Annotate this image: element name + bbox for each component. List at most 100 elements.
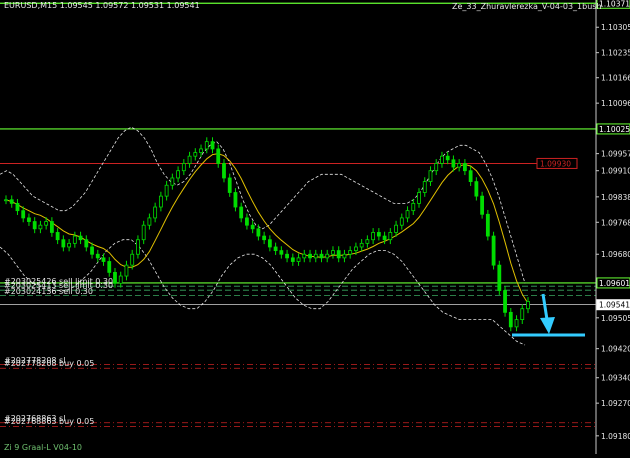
candle-body [21,210,26,219]
candle-body [399,217,404,226]
candle-body [520,308,525,321]
chart-canvas[interactable]: 1.09930 1.103711.103051.102351.101661.10… [0,0,630,454]
candle-body [84,239,89,248]
candle-body [256,228,261,237]
candle-body [279,250,284,255]
candle-body [503,290,507,313]
candle-body [187,155,192,164]
axis-tick-label: 1.09910 [601,167,630,176]
axis-tick-label: 1.10235 [601,49,630,58]
candle-body [394,224,398,233]
candle-body [336,250,341,259]
order-label: #203024136 sell 0.30 [4,286,93,296]
axis-tick-label: 1.09505 [601,314,630,323]
candle-body [107,261,112,273]
candles [4,137,530,332]
axis-tick-label: 1.09957 [601,150,630,159]
candle-body [422,181,427,193]
candle-body [411,202,416,212]
candle-body [199,148,203,153]
candle-body [118,275,123,284]
candle-body [4,199,8,202]
candle-body [222,163,226,179]
candle-body [388,232,393,241]
candle-body [480,195,485,215]
candle-body [457,163,462,168]
candle-body [27,217,31,222]
price-axis: 1.10371 1.10305 1.10235 1.10166 1.10096 1.100… [595,0,630,454]
axis-tick-label: 1.09680 [601,250,630,259]
candle-body [405,210,410,219]
order-label: #202778208 buy 0.05 [4,359,95,369]
candle-body [136,239,140,255]
candle-body [428,170,433,182]
candle-body [354,246,358,252]
candle-body [101,257,106,262]
candle-body [302,253,307,259]
candle-body [365,239,370,244]
level-price-label: 1.09601 [599,279,630,288]
candle-body [285,253,289,259]
candle-body [153,206,158,219]
axis-tick-label: 1.09270 [601,399,630,408]
candle-body [526,301,530,310]
candle-body [15,202,20,212]
expert-advisor-name: Ze_33_Zhuravlerezka_V-04-03_1bush [452,2,602,11]
symbol-header: EURUSD,M15 1.09545 1.09572 1.09531 1.095… [4,1,200,10]
candle-body [95,253,100,259]
level-price-label: 1.10025 [599,125,630,134]
candle-body [44,221,49,226]
candle-body [434,163,439,172]
candle-body [451,159,456,168]
candle-body [78,235,83,241]
candle-body [90,246,94,255]
candle-body [164,184,169,197]
candle-body [170,177,175,186]
candle-body [32,221,37,230]
candle-body [216,148,221,164]
candle-body [417,192,421,204]
candle-body [158,195,163,208]
candle-body [296,257,301,262]
candle-body [325,253,330,259]
candle-body [348,250,353,255]
candle-body [468,170,473,182]
candle-body [319,253,324,259]
candle-body [342,253,347,259]
candle-body [371,232,376,241]
candle-body [497,264,502,291]
price-chart[interactable]: 1.09930 1.103711.103051.102351.101661.10… [0,0,630,454]
axis-tick-label: 1.09180 [601,432,630,441]
order-label: #202768863 buy 0.05 [4,417,95,427]
candle-body [55,232,60,241]
candle-body [67,242,71,248]
axis-tick-label: 1.09838 [601,193,630,202]
candle-body [61,239,66,248]
level-price-label: 1.09541 [599,301,630,310]
candle-body [308,253,312,259]
candle-body [49,221,54,233]
candle-body [474,181,479,197]
axis-tick-label: 1.10096 [601,99,630,108]
candle-body [204,141,209,150]
candle-body [245,217,249,226]
indicator-label: Zi 9 Graal-L V04-10 [4,443,82,452]
candle-body [239,206,244,219]
candle-body [227,177,232,193]
candle-body [9,199,14,204]
candle-body [440,155,444,164]
candle-body [233,192,238,208]
candle-body [147,217,152,226]
signal-arrow-head [540,317,555,334]
candle-body [38,224,43,230]
axis-tick-label: 1.09420 [601,345,630,354]
candle-body [181,163,186,172]
candle-body [491,235,496,266]
candle-body [273,246,278,252]
upper-band [0,126,526,284]
candle-body [130,253,135,266]
candle-body [485,213,490,237]
candle-body [113,271,117,284]
candle-body [124,264,129,277]
candle-body [313,253,318,259]
